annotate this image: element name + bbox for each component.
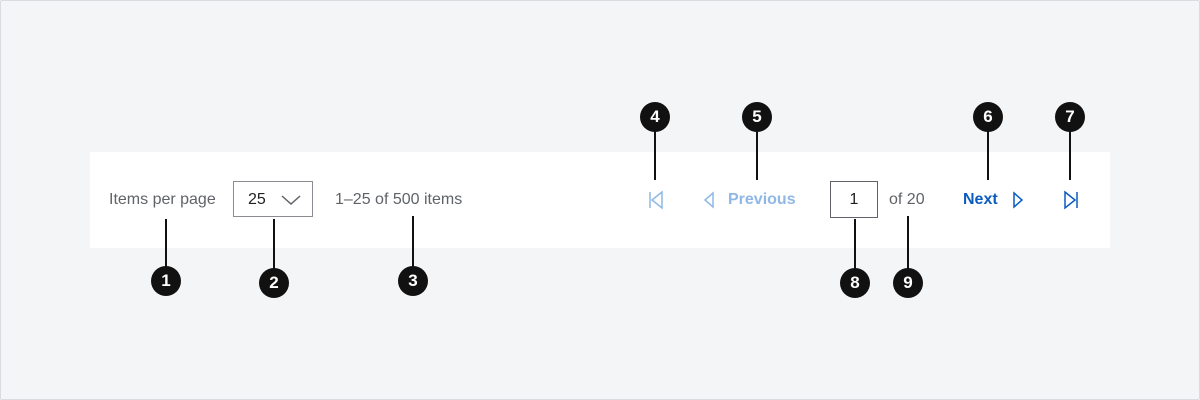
caret-left-icon [703, 191, 714, 209]
callout-badge-3: 3 [398, 266, 428, 296]
callout-line-5 [756, 130, 758, 180]
callout-line-8 [854, 219, 856, 271]
callout-line-7 [1069, 130, 1071, 180]
first-page-icon [649, 190, 663, 210]
previous-label: Previous [728, 191, 796, 208]
chevron-down-icon [281, 195, 301, 206]
callout-badge-4: 4 [640, 102, 670, 132]
items-per-page-label: Items per page [109, 191, 216, 208]
total-pages-text: of 20 [889, 191, 925, 208]
last-page-icon [1064, 190, 1078, 210]
callout-badge-6: 6 [973, 102, 1003, 132]
items-per-page-select[interactable]: 25 [233, 181, 313, 217]
next-label: Next [963, 191, 998, 208]
callout-line-9 [907, 216, 909, 271]
page-number-input[interactable]: 1 [830, 181, 878, 218]
callout-line-2 [273, 219, 275, 271]
last-page-button[interactable] [1063, 190, 1079, 210]
callout-badge-7: 7 [1055, 102, 1085, 132]
callout-line-1 [165, 219, 167, 269]
callout-badge-1: 1 [151, 266, 181, 296]
callout-line-4 [654, 130, 656, 180]
callout-line-6 [987, 130, 989, 180]
callout-badge-8: 8 [840, 268, 870, 298]
callout-badge-2: 2 [259, 268, 289, 298]
previous-button[interactable]: Previous [702, 190, 796, 210]
callout-line-3 [412, 216, 414, 268]
callout-badge-9: 9 [893, 268, 923, 298]
items-per-page-value: 25 [248, 191, 266, 208]
first-page-button[interactable] [648, 190, 664, 210]
next-button[interactable]: Next [963, 190, 1025, 210]
callout-badge-5: 5 [742, 102, 772, 132]
item-range-text: 1–25 of 500 items [335, 191, 463, 208]
caret-right-icon [1012, 191, 1023, 209]
